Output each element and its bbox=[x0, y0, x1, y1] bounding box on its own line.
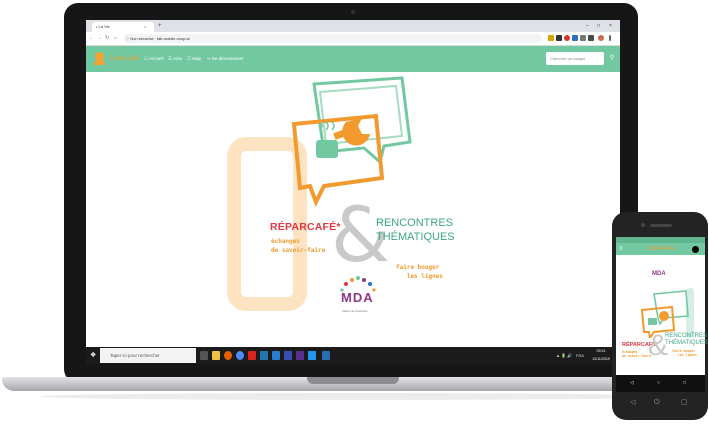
laptop-camera bbox=[351, 10, 355, 14]
file-explorer-icon[interactable] bbox=[212, 351, 220, 360]
profile-avatar[interactable] bbox=[598, 35, 604, 41]
windows-start-icon[interactable]: ❖ bbox=[90, 352, 96, 360]
logo-icon bbox=[94, 60, 105, 65]
home-button[interactable]: ⌂ bbox=[114, 32, 117, 45]
phone-poster-title-right: RENCONTRES THÉMATIQUES bbox=[665, 333, 708, 346]
extension-icon[interactable] bbox=[556, 35, 562, 41]
app-icon[interactable] bbox=[284, 351, 292, 360]
laptop-shadow bbox=[40, 393, 670, 400]
nav-item-accueil[interactable]: ☖ Accueil bbox=[144, 46, 164, 72]
tab-close-icon[interactable]: × bbox=[144, 22, 146, 32]
reload-button[interactable]: ↻ bbox=[105, 32, 109, 45]
phone-home-button[interactable]: ○ bbox=[657, 375, 660, 392]
star-icon[interactable] bbox=[548, 35, 554, 41]
extension-icon[interactable] bbox=[564, 35, 570, 41]
new-tab-button[interactable]: + bbox=[158, 21, 162, 31]
visual-studio-icon[interactable] bbox=[296, 351, 304, 360]
app-icon[interactable] bbox=[308, 351, 316, 360]
phone-power-icon[interactable]: ⏻ bbox=[654, 398, 660, 408]
poster-subtitle-left: échanges de savoir-faire bbox=[271, 238, 326, 254]
not-secure-label: Non sécurisé bbox=[130, 36, 154, 41]
task-view-icon[interactable] bbox=[200, 351, 208, 360]
phone-mda-logo: MDA bbox=[652, 271, 666, 277]
firefox-icon[interactable] bbox=[224, 351, 232, 360]
cup-icon bbox=[316, 140, 338, 158]
minimize-button[interactable]: – bbox=[586, 21, 589, 31]
mda-logo-subtitle: Maison de l'Autonomie bbox=[342, 310, 368, 313]
app-icon[interactable] bbox=[260, 351, 268, 360]
app-icon[interactable] bbox=[322, 351, 330, 360]
extension-icon[interactable] bbox=[588, 35, 594, 41]
maximize-button[interactable]: □ bbox=[597, 21, 600, 31]
search-icon[interactable]: ⚲ bbox=[606, 52, 618, 65]
address-bar[interactable]: ⓘ Non sécurisé | fab-mobile.coop.ai bbox=[124, 34, 542, 43]
url-text: fab-mobile.coop.ai bbox=[156, 36, 190, 41]
poster-artwork bbox=[227, 76, 412, 311]
chrome-icon[interactable] bbox=[236, 351, 244, 360]
phone-hw-back-icon[interactable]: ◁ bbox=[630, 398, 635, 408]
poster-subtitle-right: faire bouger les lignes bbox=[396, 264, 443, 280]
phone-poster-subtitle-left: échanges de savoir-faire bbox=[622, 350, 651, 358]
phone-hw-menu-icon[interactable]: ▢ bbox=[681, 398, 688, 408]
phone-speaker bbox=[650, 224, 672, 227]
tray-icons[interactable]: ▲ 🔋 🔊 bbox=[556, 347, 572, 364]
phone-recents-button[interactable]: □ bbox=[683, 375, 686, 392]
extension-icon[interactable] bbox=[572, 35, 578, 41]
window-close-button[interactable]: × bbox=[609, 21, 612, 31]
extension-icon[interactable] bbox=[580, 35, 586, 41]
site-brand[interactable]: Coop Café bbox=[110, 46, 139, 72]
app-icon[interactable] bbox=[248, 351, 256, 360]
back-button[interactable]: ← bbox=[89, 32, 94, 45]
menu-kebab-icon[interactable] bbox=[609, 35, 611, 41]
phone-camera bbox=[641, 223, 645, 227]
language-indicator[interactable]: FRA bbox=[576, 347, 584, 364]
phone-avatar[interactable] bbox=[692, 246, 699, 253]
phone-poster-subtitle-right: faire bouger les lignes bbox=[672, 349, 697, 357]
app-icon[interactable] bbox=[272, 351, 280, 360]
user-search-input[interactable]: Chercher un usager bbox=[546, 52, 604, 65]
browser-tab-bar bbox=[86, 20, 620, 32]
phone-back-button[interactable]: ◁ bbox=[630, 375, 634, 392]
poster-title-right: RENCONTRES THÉMATIQUES bbox=[376, 217, 455, 243]
phone-poster-artwork bbox=[640, 288, 694, 338]
taskbar-search-input[interactable]: Taper ici pour rechercher bbox=[100, 348, 196, 363]
mda-logo: MDA bbox=[341, 290, 374, 305]
laptop-notch bbox=[307, 377, 399, 384]
forward-button[interactable]: → bbox=[97, 32, 102, 45]
